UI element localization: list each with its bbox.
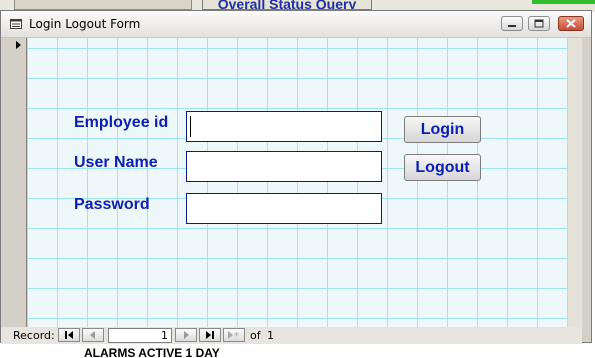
user-name-label: User Name: [74, 154, 158, 171]
employee-id-label: Employee id: [74, 114, 169, 131]
maximize-button[interactable]: [528, 16, 550, 31]
last-record-button[interactable]: [199, 328, 221, 342]
logout-button[interactable]: Logout: [404, 154, 481, 181]
record-navigation-bar: Record: 1 * of 1: [1, 327, 582, 344]
minimize-button[interactable]: [501, 16, 523, 31]
password-label: Password: [74, 196, 150, 213]
close-icon: [566, 19, 576, 28]
user-name-input[interactable]: [186, 151, 382, 182]
form-icon: [10, 19, 22, 29]
next-record-button[interactable]: [175, 328, 197, 342]
employee-id-input[interactable]: [186, 111, 382, 142]
background-bottom-text: ALARMS ACTIVE 1 DAY: [84, 348, 220, 358]
new-record-button[interactable]: *: [223, 328, 245, 342]
current-record-arrow-icon: [16, 41, 21, 49]
next-record-icon: [184, 331, 189, 339]
form-detail-section: Employee id User Name Password Login Log…: [27, 38, 568, 327]
login-logout-window: Login Logout Form Employee id User Name …: [0, 10, 592, 344]
first-record-icon: [65, 331, 73, 339]
minimize-icon: [508, 25, 516, 27]
last-record-icon: [206, 331, 214, 339]
previous-record-button[interactable]: [82, 328, 104, 342]
first-record-button[interactable]: [58, 328, 80, 342]
total-records: 1: [267, 329, 274, 342]
background-green-bar: [532, 0, 595, 4]
login-button[interactable]: Login: [404, 116, 481, 143]
close-button[interactable]: [558, 16, 584, 31]
background-tab-title[interactable]: Overall Status Query: [202, 0, 372, 10]
of-label: of: [250, 329, 261, 342]
record-label: Record:: [13, 329, 55, 342]
maximize-icon: [534, 19, 544, 28]
vertical-scrollbar[interactable]: [568, 38, 582, 327]
svg-text:*: *: [234, 331, 239, 341]
previous-record-icon: [90, 331, 95, 339]
current-record-input[interactable]: 1: [108, 328, 172, 343]
new-record-icon: *: [228, 331, 239, 341]
record-selector[interactable]: [10, 38, 27, 327]
background-tab-left[interactable]: [14, 0, 192, 10]
password-input[interactable]: [186, 193, 382, 224]
text-caret: [190, 116, 191, 137]
title-bar[interactable]: Login Logout Form: [1, 11, 591, 38]
window-title: Login Logout Form: [29, 17, 141, 31]
